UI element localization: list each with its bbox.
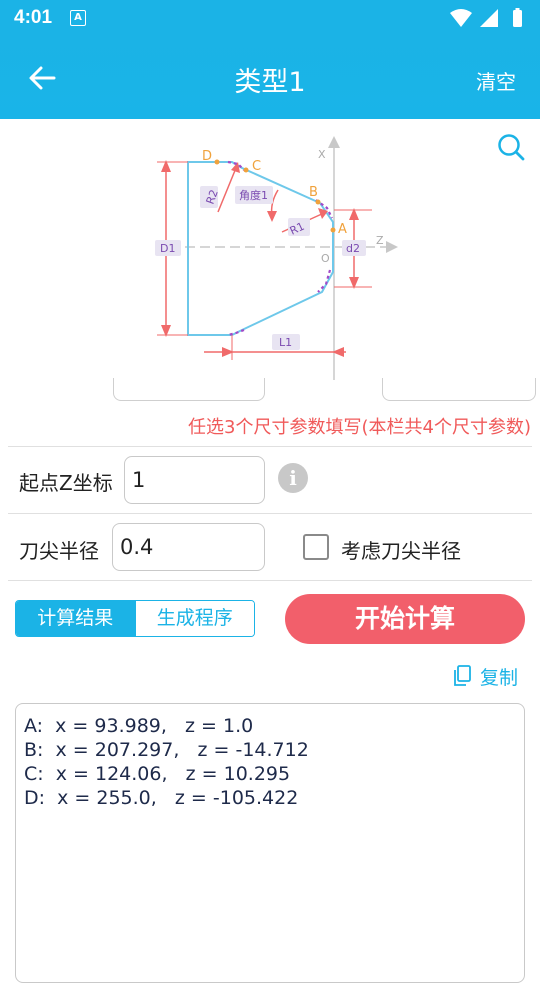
tab-result[interactable]: 计算结果 <box>16 601 135 636</box>
wifi-icon <box>450 9 472 27</box>
part-diagram: D C B A X Z O D1 d2 L1 角度1 R2 R1 <box>0 119 540 389</box>
info-icon[interactable]: i <box>278 463 308 493</box>
page-title: 类型1 <box>234 67 306 98</box>
l1-label: L1 <box>279 336 292 349</box>
point-c-label: C <box>252 159 261 174</box>
battery-icon <box>513 10 522 27</box>
tip-radius-label: 刀尖半径 <box>19 539 99 563</box>
tab-program[interactable]: 生成程序 <box>134 601 254 636</box>
angle-label: 角度1 <box>239 188 268 202</box>
part-diagram-svg: D C B A X Z O D1 d2 L1 角度1 R2 R1 <box>155 136 398 380</box>
results-textarea[interactable]: A: x = 93.989, z = 1.0 B: x = 207.297, z… <box>15 703 525 983</box>
app-bar: 类型1 清空 <box>0 38 540 119</box>
signal-icon <box>480 9 498 27</box>
copy-icon <box>454 665 471 686</box>
status-time: 4:01 <box>14 7 53 28</box>
start-z-label: 起点Z坐标 <box>19 471 113 495</box>
divider <box>8 513 532 514</box>
origin-label: O <box>321 252 330 265</box>
result-line-c: C: x = 124.06, z = 10.295 <box>24 763 291 785</box>
divider <box>8 446 532 447</box>
result-line-a: A: x = 93.989, z = 1.0 <box>24 715 254 737</box>
copy-label: 复制 <box>480 667 519 689</box>
result-line-d: D: x = 255.0, z = -105.422 <box>24 787 299 809</box>
result-tabs: 计算结果 生成程序 <box>15 600 255 637</box>
dimension-hint: 任选3个尺寸参数填写(本栏共4个尺寸参数) <box>188 417 531 438</box>
start-z-input[interactable]: 1 <box>124 456 265 504</box>
point-b-label: B <box>309 185 318 200</box>
consider-tip-checkbox[interactable] <box>303 534 329 560</box>
dimension-input-left[interactable] <box>113 378 265 401</box>
status-bar: 4:01 A <box>0 0 540 38</box>
dimension-input-right[interactable] <box>382 378 536 401</box>
search-icon[interactable] <box>496 132 526 162</box>
point-d-label: D <box>202 149 212 164</box>
result-line-b: B: x = 207.297, z = -14.712 <box>24 739 309 761</box>
divider <box>8 580 532 581</box>
z-axis-arrow <box>386 241 398 253</box>
d1-label: D1 <box>160 242 175 255</box>
d2-label: d2 <box>346 242 360 255</box>
tip-radius-input[interactable]: 0.4 <box>112 523 265 571</box>
notification-a-icon: A <box>70 10 86 26</box>
axis-z-label: Z <box>376 234 384 247</box>
axis-x-label: X <box>318 148 326 161</box>
consider-tip-label[interactable]: 考虑刀尖半径 <box>341 535 461 564</box>
start-calc-button[interactable]: 开始计算 <box>285 594 525 644</box>
point-a-label: A <box>338 222 347 237</box>
status-icons <box>450 8 522 27</box>
clear-button[interactable]: 清空 <box>476 66 516 95</box>
x-axis-arrow <box>328 136 340 148</box>
